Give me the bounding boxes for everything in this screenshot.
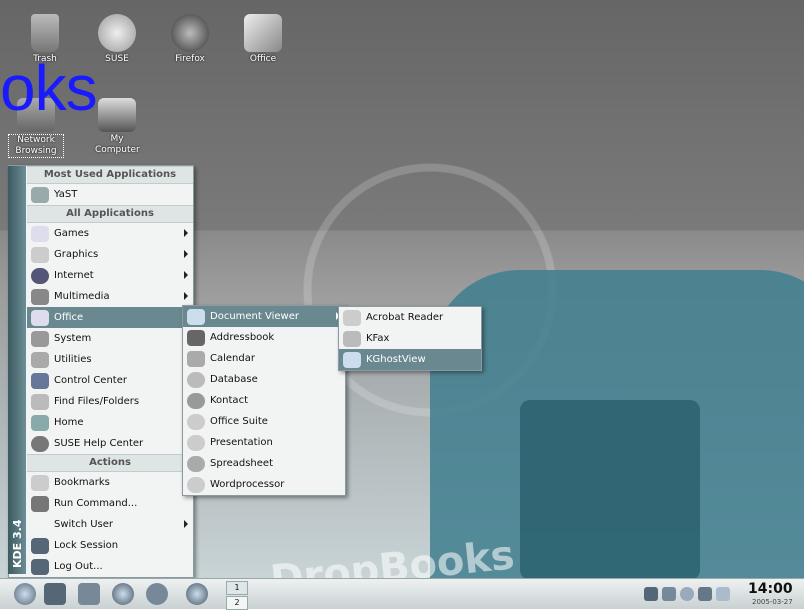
kfax-icon	[343, 330, 361, 347]
kontact-icon	[187, 392, 205, 409]
menu-item-calendar[interactable]: Calendar	[183, 348, 345, 369]
taskbar: 1 2 14:00 2005-03-27	[0, 578, 804, 610]
home-icon[interactable]	[44, 583, 66, 605]
office-suite-icon	[187, 413, 205, 430]
find-files-icon	[31, 393, 49, 410]
menu-item-system[interactable]: System	[27, 328, 193, 349]
utilities-icon	[31, 351, 49, 368]
menu-item-spreadsheet[interactable]: Spreadsheet	[183, 453, 345, 474]
menu-item-lock-session[interactable]: Lock Session	[27, 535, 193, 556]
show-desktop-icon[interactable]	[78, 583, 100, 605]
office-desktop-icon[interactable]: Office	[228, 14, 298, 65]
menu-item-multimedia[interactable]: Multimedia	[27, 286, 193, 307]
firefox-desktop-icon[interactable]: Firefox	[155, 14, 225, 65]
control-center-icon	[31, 372, 49, 389]
most-used-header: Most Used Applications	[27, 166, 193, 184]
presentation-icon	[187, 434, 205, 451]
menu-item-kfax[interactable]: KFax	[339, 328, 481, 349]
menu-item-database[interactable]: Database	[183, 369, 345, 390]
games-icon	[31, 225, 49, 242]
office-icon	[244, 14, 282, 52]
all-applications-header: All Applications	[27, 205, 193, 223]
submenu-arrow-icon	[184, 292, 188, 300]
pager-desktop-1[interactable]: 1	[226, 581, 248, 595]
addressbook-icon	[187, 329, 205, 346]
submenu-arrow-icon	[184, 271, 188, 279]
tray-network-icon[interactable]	[680, 587, 694, 601]
submenu-arrow-icon	[184, 229, 188, 237]
menu-item-control-center[interactable]: Control Center	[27, 370, 193, 391]
firefox-icon	[171, 14, 209, 52]
trash-icon	[31, 14, 59, 52]
menu-item-office-suite[interactable]: Office Suite	[183, 411, 345, 432]
log-out-icon	[31, 558, 49, 575]
help-icon[interactable]	[186, 583, 208, 605]
k-menu-button[interactable]	[14, 583, 36, 605]
yast-icon	[31, 186, 49, 203]
menu-item-kghostview[interactable]: KGhostView	[339, 349, 481, 370]
document-viewer-icon	[187, 308, 205, 325]
suse-icon	[98, 14, 136, 52]
menu-item-games[interactable]: Games	[27, 223, 193, 244]
menu-item-presentation[interactable]: Presentation	[183, 432, 345, 453]
wallpaper-logo-text: DropBooks	[268, 532, 517, 578]
lock-icon	[31, 537, 49, 554]
document-viewer-submenu: Acrobat Reader KFax KGhostView	[338, 306, 482, 371]
desktop-pager: 1 2	[226, 581, 248, 610]
wallpaper-book-shape	[520, 400, 700, 578]
calendar-icon	[187, 350, 205, 367]
office-submenu: Document Viewer Addressbook Calendar Dat…	[182, 305, 346, 496]
menu-item-find-files[interactable]: Find Files/Folders	[27, 391, 193, 412]
switch-user-icon	[31, 517, 49, 533]
overlay-text: oks	[0, 52, 98, 124]
browser-icon[interactable]	[112, 583, 134, 605]
actions-header: Actions	[27, 454, 193, 472]
system-icon	[31, 330, 49, 347]
database-icon	[187, 371, 205, 388]
computer-icon	[98, 98, 136, 132]
graphics-icon	[31, 246, 49, 263]
menu-item-document-viewer[interactable]: Document Viewer	[183, 306, 345, 327]
menu-item-switch-user[interactable]: Switch User	[27, 514, 193, 535]
bookmarks-icon	[31, 474, 49, 491]
k-menu: Most Used Applications YaST All Applicat…	[8, 165, 194, 578]
clock-time[interactable]: 14:00	[748, 581, 793, 597]
home-icon	[31, 414, 49, 431]
tray-keyboard-icon[interactable]	[662, 587, 676, 601]
clock-date: 2005-03-27	[752, 598, 793, 606]
menu-item-office[interactable]: Office	[27, 307, 193, 328]
menu-item-internet[interactable]: Internet	[27, 265, 193, 286]
menu-item-home[interactable]: Home	[27, 412, 193, 433]
menu-item-kontact[interactable]: Kontact	[183, 390, 345, 411]
run-command-icon	[31, 495, 49, 512]
kghostview-icon	[343, 351, 361, 368]
menu-item-help-center[interactable]: SUSE Help Center	[27, 433, 193, 454]
submenu-arrow-icon	[184, 520, 188, 528]
multimedia-icon	[31, 288, 49, 305]
network-icon[interactable]	[146, 583, 168, 605]
menu-item-addressbook[interactable]: Addressbook	[183, 327, 345, 348]
tray-volume-icon[interactable]	[698, 587, 712, 601]
menu-item-log-out[interactable]: Log Out...	[27, 556, 193, 577]
menu-item-yast[interactable]: YaST	[27, 184, 193, 205]
internet-icon	[31, 267, 49, 284]
acrobat-reader-icon	[343, 309, 361, 326]
menu-item-graphics[interactable]: Graphics	[27, 244, 193, 265]
spreadsheet-icon	[187, 455, 205, 472]
menu-item-wordprocessor[interactable]: Wordprocessor	[183, 474, 345, 495]
tray-clipboard-icon[interactable]	[716, 587, 730, 601]
kmenu-side-banner: KDE 3.4	[8, 166, 26, 574]
tray-app-icon[interactable]	[644, 587, 658, 601]
office-icon	[31, 309, 49, 326]
menu-item-acrobat-reader[interactable]: Acrobat Reader	[339, 307, 481, 328]
submenu-arrow-icon	[184, 250, 188, 258]
menu-item-bookmarks[interactable]: Bookmarks	[27, 472, 193, 493]
wordprocessor-icon	[187, 476, 205, 493]
menu-item-run-command[interactable]: Run Command...	[27, 493, 193, 514]
menu-item-utilities[interactable]: Utilities	[27, 349, 193, 370]
help-icon	[31, 435, 49, 452]
